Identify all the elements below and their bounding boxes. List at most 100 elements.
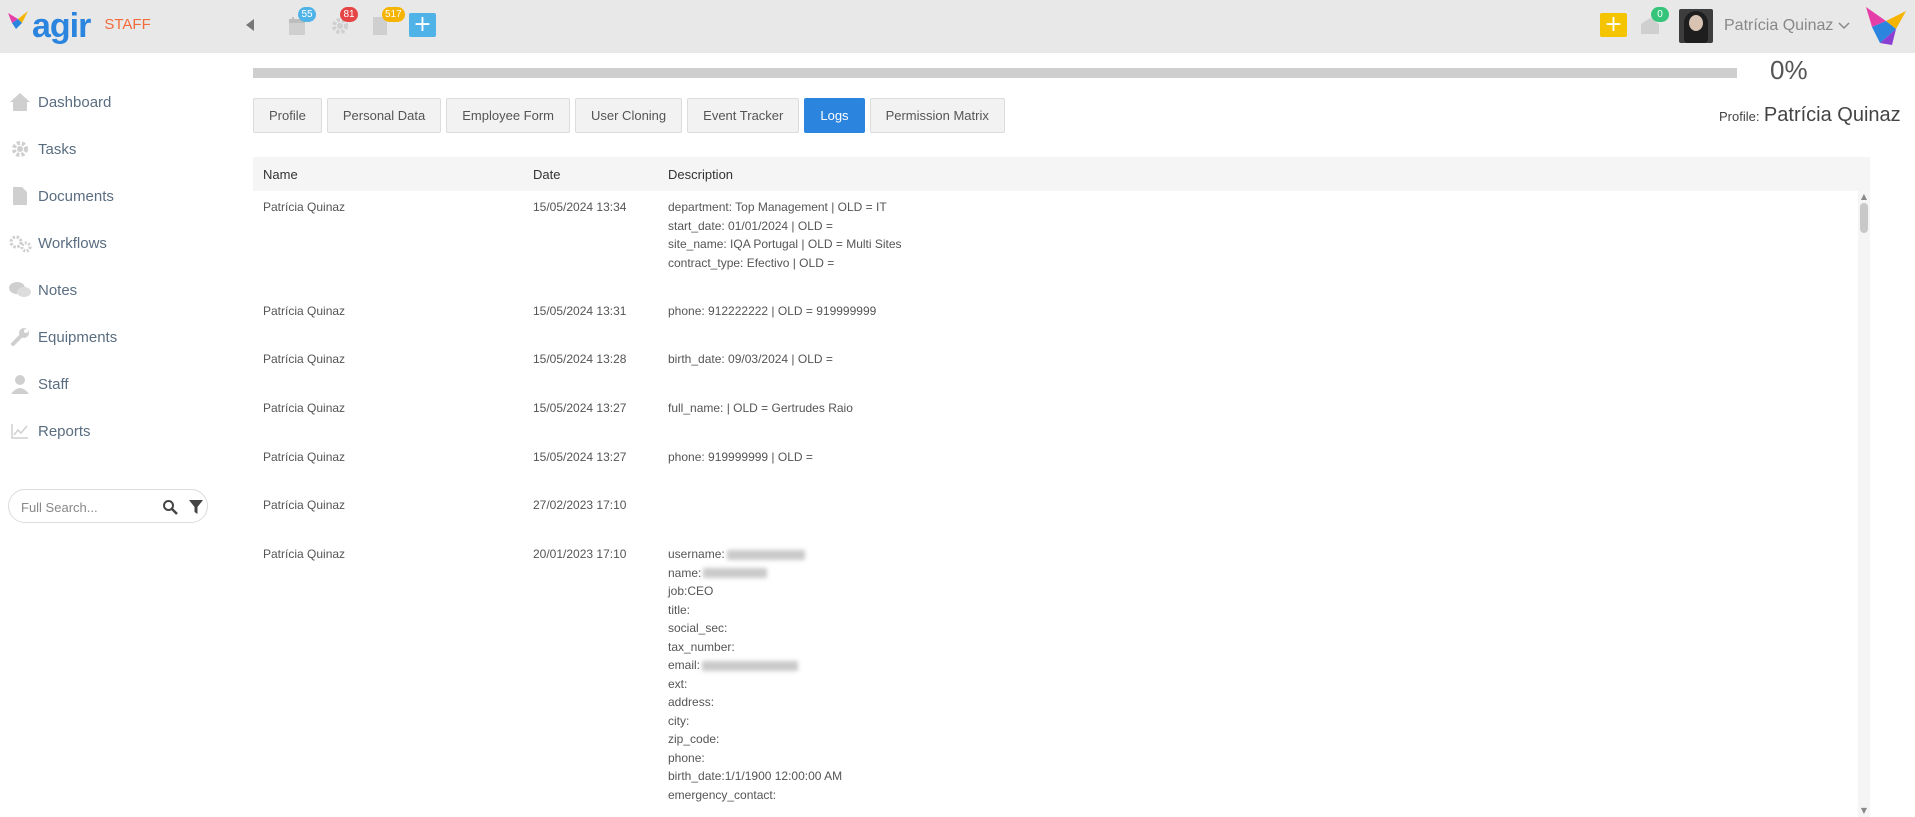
log-date: 27/02/2023 17:10 xyxy=(533,498,627,512)
redacted-value xyxy=(726,549,805,560)
logo-wordmark: agir xyxy=(32,6,91,45)
table-scrollbar[interactable]: ▲ ▼ xyxy=(1858,191,1870,817)
app-logo[interactable]: agir STAFF xyxy=(8,4,151,48)
collapse-sidebar-button[interactable] xyxy=(243,16,257,34)
log-line: zip_code: xyxy=(668,732,720,746)
quick-add-button[interactable]: + xyxy=(409,13,436,37)
log-line: phone: xyxy=(668,750,705,765)
scrollbar-thumb[interactable] xyxy=(1860,203,1868,233)
gears-icon xyxy=(8,231,32,255)
sidebar-item-tasks[interactable]: Tasks xyxy=(0,129,215,169)
calendar-badge: 55 xyxy=(298,7,316,22)
log-line: emergency_contact: xyxy=(668,787,777,802)
sidebar-item-label: Workflows xyxy=(38,234,107,252)
documents-badge: 517 xyxy=(382,7,405,22)
sidebar-item-label: Staff xyxy=(38,375,69,393)
log-name: Patrícia Quinaz xyxy=(263,352,346,366)
tab-personal-data[interactable]: Personal Data xyxy=(326,98,442,133)
log-line: city: xyxy=(668,713,690,728)
progress-percent: 0% xyxy=(1770,55,1808,85)
sidebar-item-notes[interactable]: Notes xyxy=(0,270,215,310)
profile-tabs: Profile Personal Data Employee Form User… xyxy=(253,98,1010,133)
gear-icon xyxy=(8,137,32,161)
log-line: email: xyxy=(668,656,842,675)
caret-left-icon xyxy=(246,19,254,31)
inbox-button[interactable]: 0 xyxy=(1639,7,1669,36)
log-line: department: Top Management | OLD = IT xyxy=(668,200,887,214)
log-description: department: Top Management | OLD = IT st… xyxy=(668,198,902,272)
calendar-button[interactable]: 55 xyxy=(288,7,316,36)
search-input[interactable] xyxy=(21,497,151,517)
log-line: social_sec: xyxy=(668,621,728,635)
sidebar-item-label: Notes xyxy=(38,281,78,299)
brand-bird-icon xyxy=(1866,7,1906,45)
redacted-value xyxy=(702,660,799,671)
tab-user-cloning[interactable]: User Cloning xyxy=(575,98,683,133)
log-name: Patrícia Quinaz xyxy=(263,401,346,415)
column-header-description: Description xyxy=(668,167,734,182)
log-date: 15/05/2024 13:31 xyxy=(533,304,627,318)
log-description: username: name: job:CEO title: social_se… xyxy=(668,545,842,804)
log-line: full_name: | OLD = Gertrudes Raio xyxy=(668,401,853,415)
log-line: start_date: 01/01/2024 | OLD = xyxy=(668,218,833,233)
redacted-value xyxy=(703,568,768,579)
log-description: phone: 919999999 | OLD = xyxy=(668,448,813,467)
log-line: phone: 919999999 | OLD = xyxy=(668,450,813,464)
wrench-icon xyxy=(8,325,32,349)
scroll-up-arrow-icon[interactable]: ▲ xyxy=(1860,193,1868,201)
chart-icon xyxy=(8,419,32,443)
home-icon xyxy=(8,90,32,114)
column-header-name: Name xyxy=(263,167,298,182)
new-item-button[interactable]: + xyxy=(1600,13,1627,37)
log-description: phone: 912222222 | OLD = 919999999 xyxy=(668,302,876,321)
log-line: name: xyxy=(668,564,842,583)
log-line: job:CEO xyxy=(668,584,714,598)
sidebar-item-equipments[interactable]: Equipments xyxy=(0,317,215,357)
inbox-badge: 0 xyxy=(1651,7,1669,22)
module-name: STAFF xyxy=(104,15,151,33)
user-icon xyxy=(8,372,32,396)
profile-progress-bar xyxy=(253,68,1737,78)
log-line: site_name: IQA Portugal | OLD = Multi Si… xyxy=(668,237,902,251)
sidebar-item-label: Tasks xyxy=(38,140,77,158)
search-icon[interactable] xyxy=(162,499,178,515)
log-date: 20/01/2023 17:10 xyxy=(533,547,627,561)
top-bar: agir STAFF 55 81 517 + + 0 Patrícia Quin… xyxy=(0,0,1915,53)
comments-icon xyxy=(8,278,32,302)
log-name: Patrícia Quinaz xyxy=(263,547,346,561)
sidebar-item-staff[interactable]: Staff xyxy=(0,364,215,404)
scroll-down-arrow-icon[interactable]: ▼ xyxy=(1860,807,1868,815)
logo-bird-icon xyxy=(8,11,28,29)
log-description: full_name: | OLD = Gertrudes Raio xyxy=(668,399,853,418)
log-line: title: xyxy=(668,602,691,617)
log-name: Patrícia Quinaz xyxy=(263,498,346,512)
document-icon xyxy=(8,184,32,208)
documents-button[interactable]: 517 xyxy=(372,7,405,36)
log-name: Patrícia Quinaz xyxy=(263,200,346,214)
log-line: contract_type: Efectivo | OLD = xyxy=(668,255,835,270)
log-line: username: xyxy=(668,545,842,564)
tab-logs[interactable]: Logs xyxy=(804,98,865,133)
sidebar-item-dashboard[interactable]: Dashboard xyxy=(0,82,215,122)
profile-name: Patrícia Quinaz xyxy=(1763,104,1901,126)
log-description: birth_date: 09/03/2024 | OLD = xyxy=(668,350,833,369)
sidebar-item-workflows[interactable]: Workflows xyxy=(0,223,215,263)
sidebar-item-label: Documents xyxy=(38,187,114,205)
log-date: 15/05/2024 13:34 xyxy=(533,200,627,214)
tab-profile[interactable]: Profile xyxy=(253,98,322,133)
tasks-button[interactable]: 81 xyxy=(330,7,358,36)
sidebar-item-documents[interactable]: Documents xyxy=(0,176,215,216)
full-search xyxy=(8,489,208,523)
log-line: address: xyxy=(668,695,715,709)
sidebar-item-reports[interactable]: Reports xyxy=(0,411,215,451)
avatar xyxy=(1679,9,1713,43)
log-date: 15/05/2024 13:27 xyxy=(533,401,627,415)
tab-employee-form[interactable]: Employee Form xyxy=(446,98,570,133)
tab-permission-matrix[interactable]: Permission Matrix xyxy=(869,98,1005,133)
tab-event-tracker[interactable]: Event Tracker xyxy=(687,98,800,133)
filter-icon[interactable] xyxy=(189,499,203,515)
user-menu[interactable]: Patrícia Quinaz xyxy=(1679,8,1850,44)
profile-heading: Profile: Patrícia Quinaz xyxy=(1719,104,1901,127)
log-name: Patrícia Quinaz xyxy=(263,304,346,318)
log-line: birth_date:1/1/1900 12:00:00 AM xyxy=(668,769,843,783)
